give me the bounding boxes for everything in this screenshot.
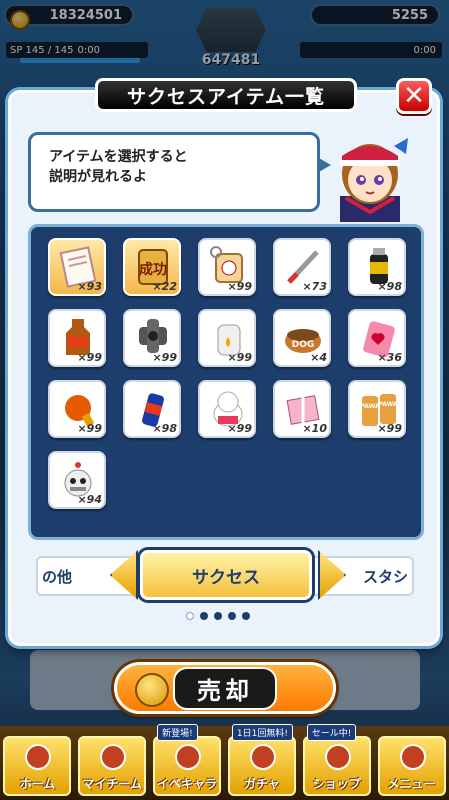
item-slot[interactable]: ×73	[273, 238, 331, 296]
item-slot[interactable]: ×10	[273, 380, 331, 438]
tab-previous-label[interactable]: の他	[42, 566, 72, 587]
item-count: ×99	[77, 351, 102, 364]
close-icon: ✕	[403, 81, 425, 111]
item-count: ×99	[377, 422, 402, 435]
item-slot[interactable]: ×99	[198, 309, 256, 367]
tab-current[interactable]: サクセス	[140, 550, 312, 600]
item-count: ×99	[227, 351, 252, 364]
item-slot[interactable]: ×99	[123, 309, 181, 367]
svg-text:PAWA: PAWA	[378, 401, 398, 408]
nav-gacha[interactable]: ガチャ 1日1回無料!	[227, 724, 296, 796]
item-count: ×98	[152, 422, 177, 435]
item-slot[interactable]: PAWA PAWA ×99	[348, 380, 406, 438]
speech-bubble: アイテムを選択すると 説明が見れるよ	[28, 132, 331, 212]
nav-label: ショップ	[312, 777, 361, 791]
item-count: ×73	[302, 280, 327, 293]
item-slot[interactable]: ×98	[348, 238, 406, 296]
menu-icon	[399, 744, 426, 770]
item-count: ×99	[227, 280, 252, 293]
nav-badge: 新登場!	[157, 724, 198, 741]
nav-label: ガチャ	[243, 777, 280, 791]
item-slot[interactable]: ×99	[48, 380, 106, 438]
page-dot-active	[186, 612, 194, 620]
item-slot[interactable]: ×94	[48, 451, 106, 509]
home-icon	[25, 744, 52, 770]
nav-label: イベキャラ	[157, 777, 218, 791]
item-count: ×99	[152, 351, 177, 364]
item-slot[interactable]: ×99	[198, 238, 256, 296]
svg-text:DOG: DOG	[292, 340, 315, 350]
category-tabs: の他 スタシ サクセス	[36, 548, 414, 604]
item-slot[interactable]: ×36	[348, 309, 406, 367]
page-dot	[200, 612, 208, 620]
item-slot[interactable]: DOG ×4	[273, 309, 331, 367]
message-line-1: アイテムを選択すると	[49, 149, 188, 165]
page-indicator	[186, 612, 250, 620]
item-count: ×99	[227, 422, 252, 435]
item-slot[interactable]: ×99	[48, 309, 106, 367]
gacha-icon	[249, 744, 276, 770]
bottom-nav: ホーム マイチーム イベキャラ 新登場! ガチャ 1日1回無料! ショップ セール中! メニュー	[0, 724, 449, 800]
dialog-title: サクセスアイテム一覧	[95, 78, 357, 112]
page-dot	[228, 612, 236, 620]
nav-badge: 1日1回無料!	[231, 724, 293, 741]
nav-label: マイチーム	[82, 777, 143, 791]
item-count: ×94	[77, 493, 102, 506]
item-count: ×98	[377, 280, 402, 293]
item-count: ×4	[310, 351, 327, 364]
nav-badge: セール中!	[306, 724, 357, 741]
item-slot[interactable]: 成功 ×22	[123, 238, 181, 296]
team-icon	[100, 744, 127, 770]
svg-text:成功: 成功	[139, 261, 167, 278]
page-dot	[242, 612, 250, 620]
svg-text:PAWA: PAWA	[360, 403, 380, 410]
item-count: ×93	[77, 280, 102, 293]
item-slot[interactable]: ×98	[123, 380, 181, 438]
nav-home[interactable]: ホーム	[3, 736, 72, 796]
shop-icon	[324, 744, 351, 770]
item-count: ×99	[77, 422, 102, 435]
sell-button[interactable]: 売却	[114, 662, 336, 714]
guide-character-avatar	[340, 138, 408, 222]
coins-icon	[135, 673, 169, 707]
nav-menu[interactable]: メニュー	[377, 736, 446, 796]
page-dot	[214, 612, 222, 620]
nav-label: ホーム	[19, 777, 56, 791]
message-line-2: 説明が見れるよ	[49, 169, 147, 185]
event-chara-icon	[175, 744, 202, 770]
close-button[interactable]: ✕	[396, 78, 432, 114]
item-count: ×10	[302, 422, 327, 435]
item-count: ×22	[152, 280, 177, 293]
item-count: ×36	[377, 351, 402, 364]
tab-next-label[interactable]: スタシ	[363, 566, 408, 587]
item-slot[interactable]: ×93	[48, 238, 106, 296]
nav-event-chara[interactable]: イベキャラ 新登場!	[153, 724, 222, 796]
nav-label: メニュー	[387, 777, 436, 791]
nav-team[interactable]: マイチーム	[78, 736, 147, 796]
nav-shop[interactable]: ショップ セール中!	[302, 724, 371, 796]
sell-button-label: 売却	[173, 666, 277, 710]
item-slot[interactable]: ×99	[198, 380, 256, 438]
